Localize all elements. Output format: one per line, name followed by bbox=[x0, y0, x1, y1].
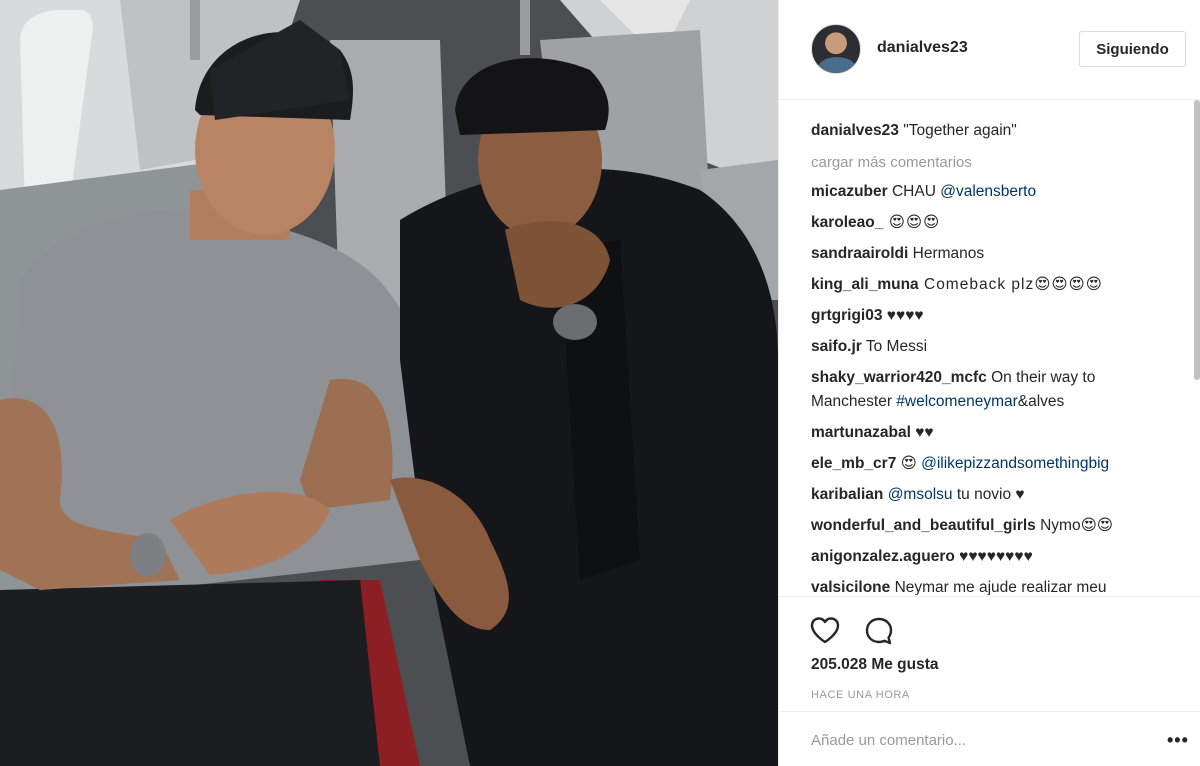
comment-hashtag[interactable]: #welcomeneymar bbox=[896, 393, 1017, 410]
comment-username[interactable]: grtgrigi03 bbox=[811, 307, 882, 324]
comment-username[interactable]: valsicilone bbox=[811, 579, 890, 595]
comment-text: Comeback plz😍😍😍😍 bbox=[918, 276, 1103, 293]
comment-username[interactable]: anigonzalez.aguero bbox=[811, 548, 955, 565]
comment-item: shaky_warrior420_mcfc On their way to Ma… bbox=[811, 366, 1171, 414]
comment-text: ♥♥♥♥ bbox=[882, 307, 924, 324]
like-heart-icon[interactable] bbox=[809, 615, 841, 647]
caption-username[interactable]: danialves23 bbox=[811, 122, 899, 139]
post-header: danialves23 Siguiendo bbox=[779, 0, 1200, 100]
comment-text-after: &alves bbox=[1017, 393, 1065, 410]
comments-list[interactable]: danialves23 "Together again" cargar más … bbox=[779, 100, 1200, 595]
comment-username[interactable]: wonderful_and_beautiful_girls bbox=[811, 517, 1036, 534]
comment-username[interactable]: karibalian bbox=[811, 486, 883, 503]
comment-username[interactable]: king_ali_muna bbox=[811, 276, 919, 293]
comment-username[interactable]: sandraairoldi bbox=[811, 245, 908, 262]
comment-text: Nymo😍😍 bbox=[1035, 517, 1113, 534]
post-actions: 205.028 Me gusta HACE UNA HORA bbox=[779, 596, 1200, 711]
comment-username[interactable]: saifo.jr bbox=[811, 338, 862, 355]
post-caption: danialves23 "Together again" bbox=[811, 120, 1171, 142]
comment-mention[interactable]: @ilikepizzandsomethingbig bbox=[921, 455, 1109, 472]
comment-item: valsicilone Neymar me ajude realizar meu bbox=[811, 576, 1171, 595]
comment-item: micazuber CHAU @valensberto bbox=[811, 180, 1171, 204]
comments-scrollbar[interactable] bbox=[1194, 100, 1200, 380]
comment-item: karoleao_ 😍😍😍 bbox=[811, 211, 1171, 235]
likes-count[interactable]: 205.028 Me gusta bbox=[811, 656, 939, 674]
post-details-panel: danialves23 Siguiendo danialves23 "Toget… bbox=[778, 0, 1200, 766]
comment-item: karibalian @msolsu tu novio ♥ bbox=[811, 483, 1171, 507]
post-timestamp[interactable]: HACE UNA HORA bbox=[811, 689, 910, 701]
comment-item: king_ali_muna Comeback plz😍😍😍😍 bbox=[811, 273, 1171, 297]
add-comment-bar: ••• bbox=[779, 711, 1200, 766]
comment-text: 😍 bbox=[896, 455, 922, 472]
comment-item: ele_mb_cr7 😍 @ilikepizzandsomethingbig bbox=[811, 452, 1171, 476]
comment-item: saifo.jr To Messi bbox=[811, 335, 1171, 359]
comment-item: wonderful_and_beautiful_girls Nymo😍😍 bbox=[811, 514, 1171, 538]
comment-username[interactable]: ele_mb_cr7 bbox=[811, 455, 896, 472]
comment-username[interactable]: karoleao_ bbox=[811, 214, 883, 231]
load-more-comments-link[interactable]: cargar más comentarios bbox=[811, 153, 1171, 173]
comment-item: sandraairoldi Hermanos bbox=[811, 242, 1171, 266]
comment-bubble-icon[interactable] bbox=[863, 615, 895, 647]
comment-item: anigonzalez.aguero ♥♥♥♥♥♥♥♥ bbox=[811, 545, 1171, 569]
username[interactable]: danialves23 bbox=[877, 39, 968, 57]
comment-text: CHAU bbox=[887, 183, 941, 200]
comment-username[interactable]: martunazabal bbox=[811, 424, 911, 441]
post-photo-illustration bbox=[0, 0, 778, 766]
avatar[interactable] bbox=[811, 24, 861, 74]
comment-text: ♥♥ bbox=[910, 424, 934, 441]
comment-text: 😍😍😍 bbox=[883, 214, 941, 231]
post-photo bbox=[0, 0, 778, 766]
comment-text: To Messi bbox=[861, 338, 928, 355]
caption-text: "Together again" bbox=[898, 122, 1017, 139]
more-options-icon[interactable]: ••• bbox=[1167, 731, 1189, 749]
comment-item: martunazabal ♥♥ bbox=[811, 421, 1171, 445]
comment-item: grtgrigi03 ♥♥♥♥ bbox=[811, 304, 1171, 328]
comment-text: Neymar me ajude realizar meu bbox=[890, 579, 1107, 595]
comment-username[interactable]: micazuber bbox=[811, 183, 888, 200]
following-button[interactable]: Siguiendo bbox=[1079, 31, 1186, 67]
comment-mention[interactable]: @msolsu bbox=[888, 486, 953, 503]
comment-input[interactable] bbox=[811, 726, 1131, 754]
comment-text: ♥♥♥♥♥♥♥♥ bbox=[954, 548, 1033, 565]
comment-text-after: tu novio ♥ bbox=[952, 486, 1025, 503]
comment-mention[interactable]: @valensberto bbox=[940, 183, 1036, 200]
comment-text: Hermanos bbox=[908, 245, 985, 262]
comment-username[interactable]: shaky_warrior420_mcfc bbox=[811, 369, 987, 386]
